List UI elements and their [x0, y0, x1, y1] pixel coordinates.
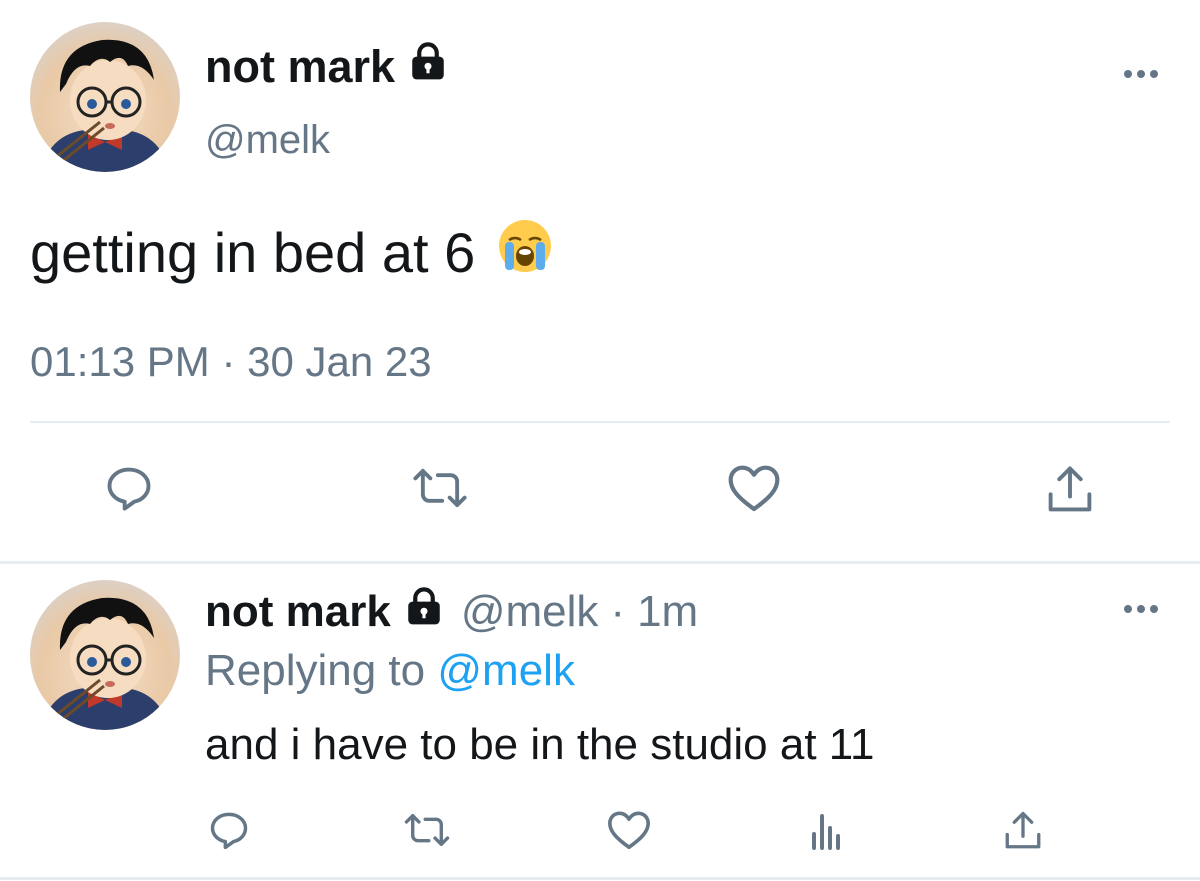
main-tweet: not mark @melk getting in bed at 6 01:13…: [0, 0, 1200, 560]
avatar-illustration: [40, 597, 170, 730]
more-options-icon[interactable]: [1124, 70, 1158, 78]
avatar-illustration: [40, 39, 170, 172]
section-divider: [0, 561, 1200, 564]
timestamp[interactable]: 01:13 PM · 30 Jan 23: [30, 338, 432, 386]
like-icon[interactable]: [726, 462, 782, 514]
reply-header: not mark @melk · 1m: [205, 585, 698, 638]
avatar[interactable]: [30, 22, 180, 172]
lock-icon: [407, 40, 449, 93]
display-name-text[interactable]: not mark: [205, 587, 391, 637]
retweet-icon[interactable]: [402, 808, 452, 852]
relative-time[interactable]: 1m: [637, 587, 698, 637]
display-name[interactable]: not mark: [205, 40, 449, 93]
retweet-icon[interactable]: [410, 462, 470, 514]
loudly-crying-face-emoji: [497, 218, 553, 287]
mention-link[interactable]: @melk: [437, 646, 575, 695]
reply-icon[interactable]: [207, 808, 251, 852]
analytics-icon[interactable]: [806, 808, 846, 852]
tweet-text: getting in bed at 6: [30, 218, 553, 287]
replying-to-label: Replying to: [205, 646, 426, 695]
divider: [30, 421, 1170, 423]
share-icon[interactable]: [1002, 808, 1044, 854]
tweet-text-content: getting in bed at 6: [30, 221, 476, 284]
handle[interactable]: @melk: [205, 118, 330, 163]
section-divider: [0, 877, 1200, 880]
separator-dot: ·: [610, 586, 626, 636]
like-icon[interactable]: [606, 808, 652, 852]
more-options-icon[interactable]: [1124, 605, 1158, 613]
replying-to: Replying to @melk: [205, 646, 575, 696]
lock-icon: [403, 585, 445, 638]
avatar[interactable]: [30, 580, 180, 730]
display-name-text: not mark: [205, 40, 396, 92]
handle[interactable]: @melk: [461, 587, 599, 637]
share-icon[interactable]: [1044, 462, 1096, 518]
reply-icon[interactable]: [103, 462, 155, 514]
reply-text: and i have to be in the studio at 11: [205, 720, 875, 769]
